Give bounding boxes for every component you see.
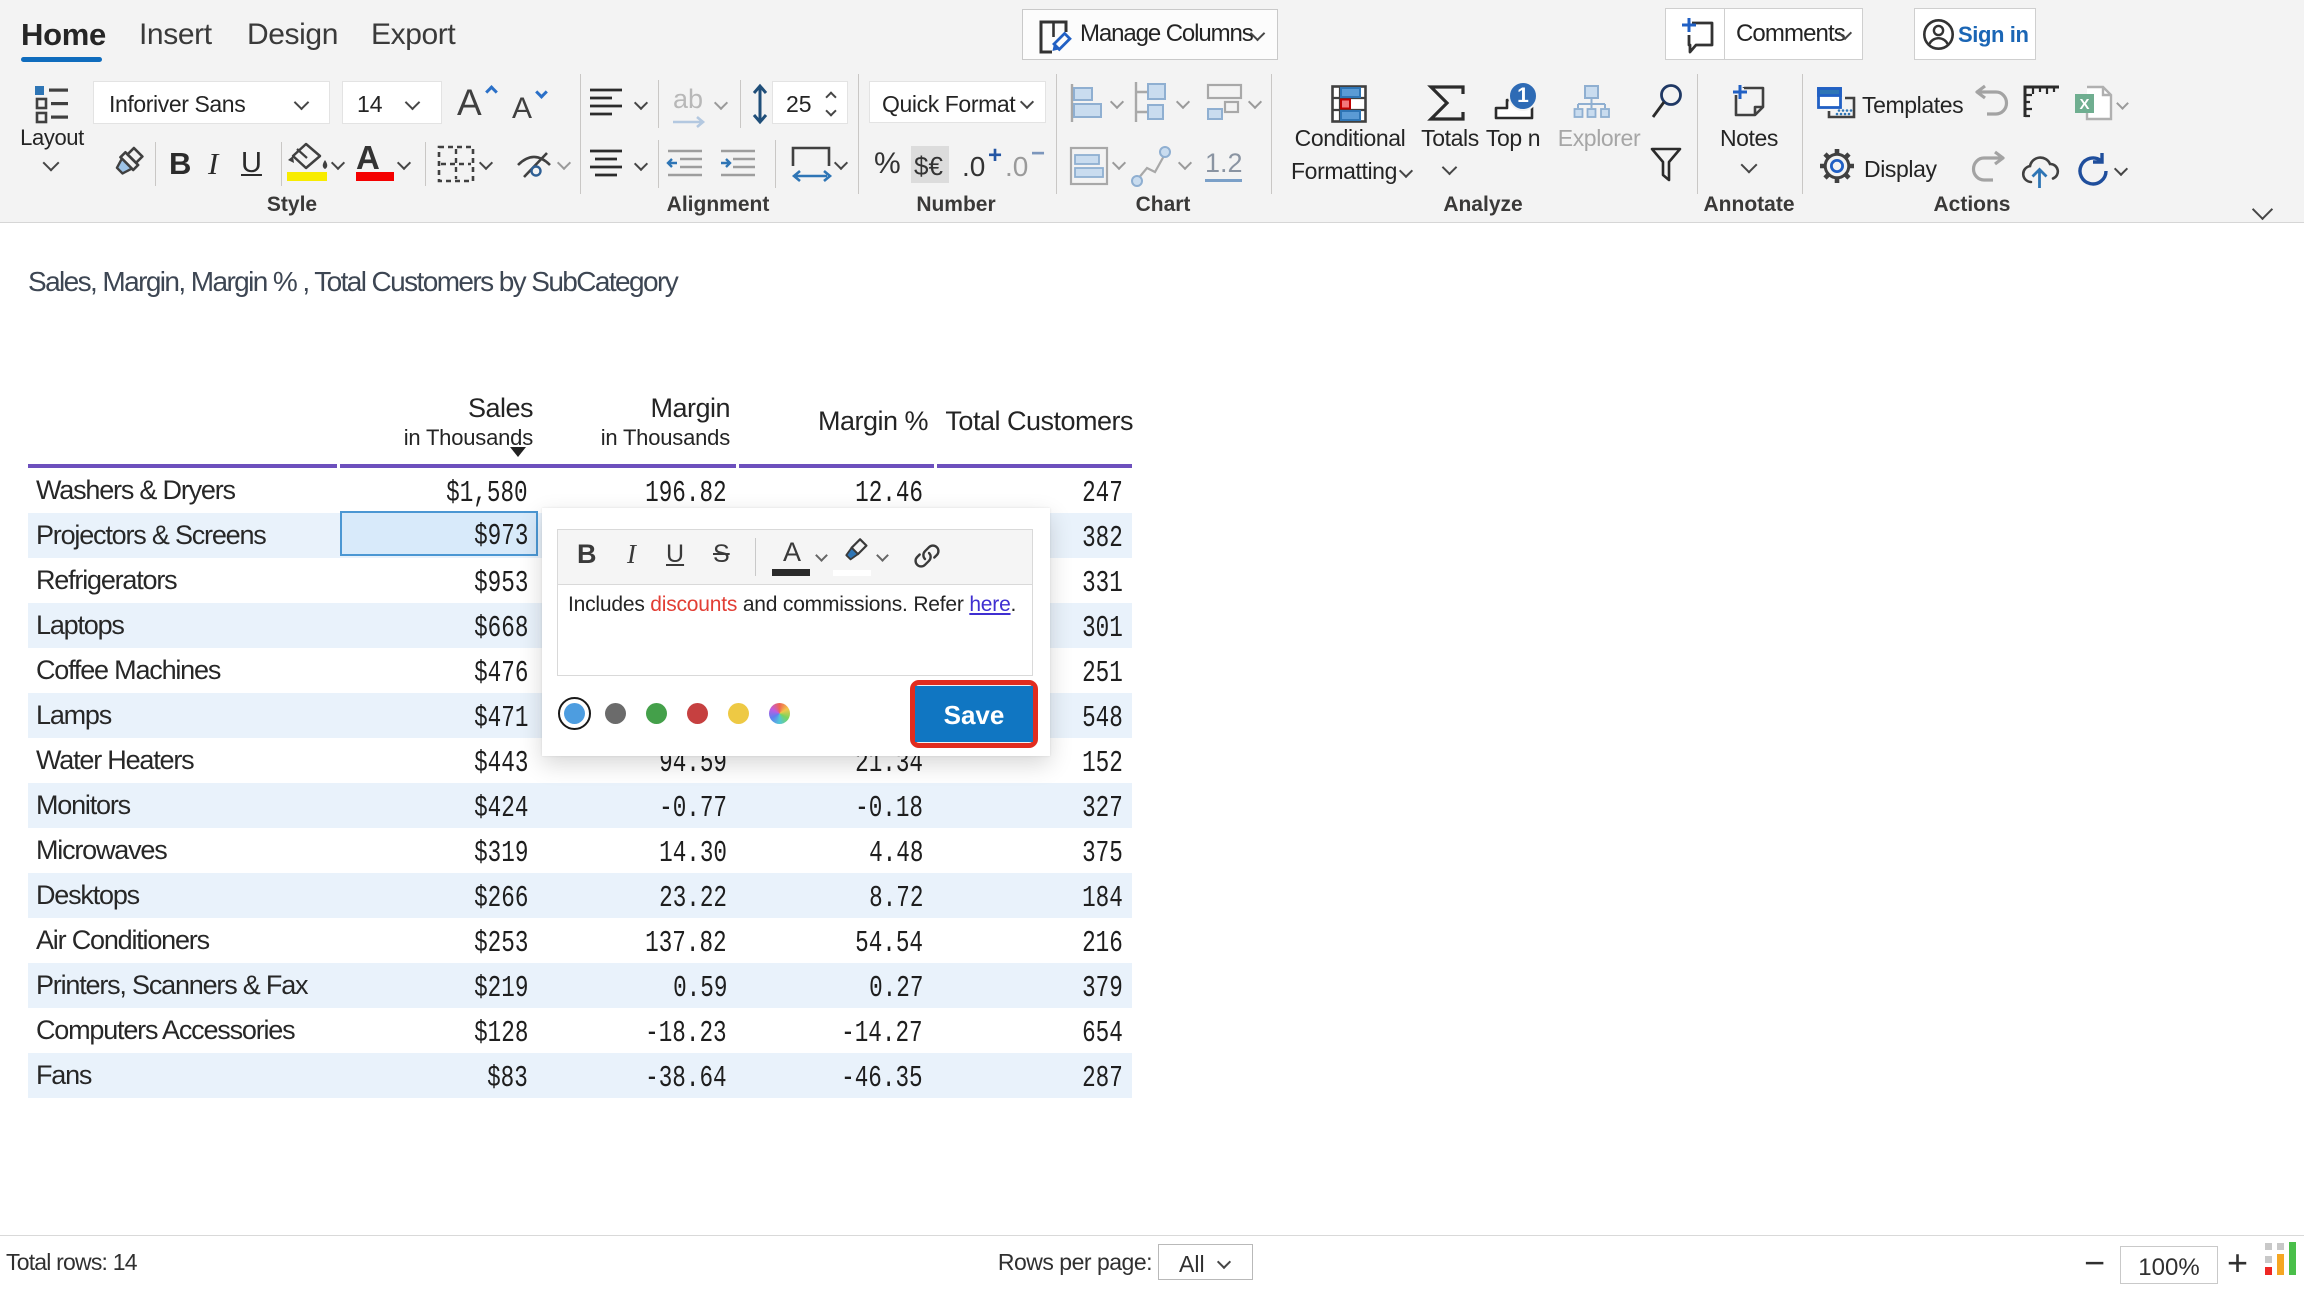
svg-text:X: X: [2079, 96, 2089, 113]
